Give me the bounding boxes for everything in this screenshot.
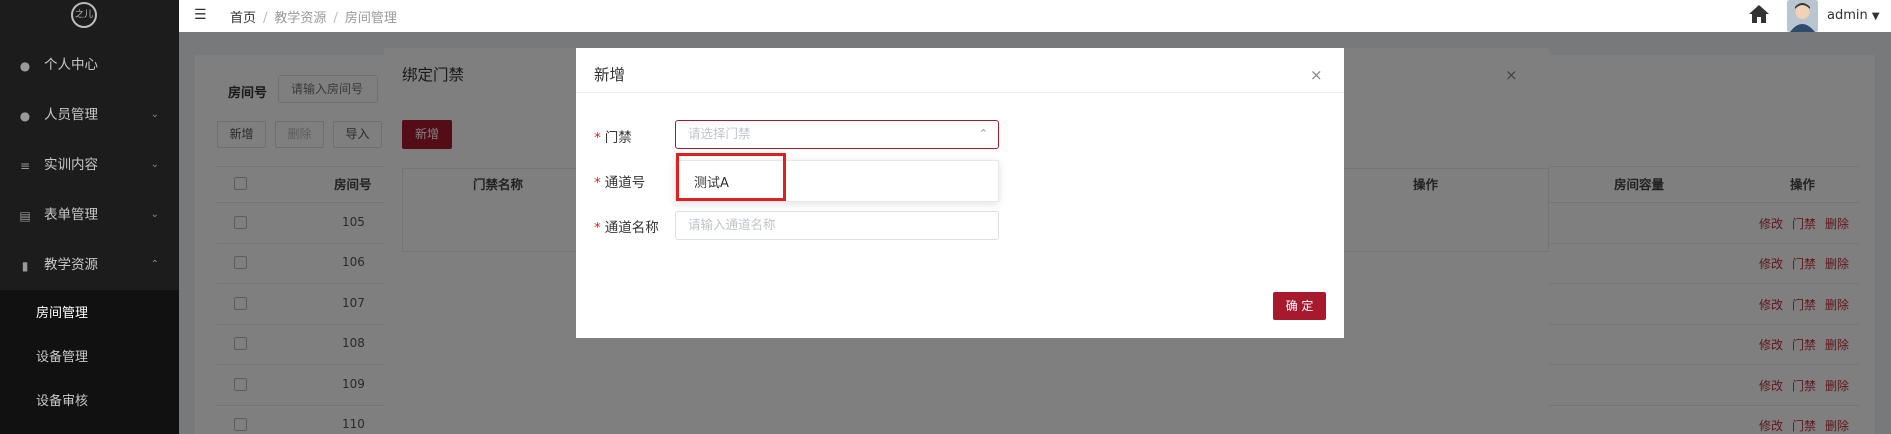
user-icon: ● bbox=[19, 58, 31, 73]
username-label: admin bbox=[1827, 8, 1868, 23]
breadcrumb-home[interactable]: 首页 bbox=[230, 11, 256, 26]
list-icon: ≡ bbox=[19, 158, 31, 173]
chevron-up-icon: ⌃ bbox=[978, 127, 988, 140]
door-field-label: * 门禁 bbox=[594, 130, 632, 146]
users-icon: ● bbox=[19, 108, 31, 123]
chevron-down-icon: ⌄ bbox=[150, 159, 159, 170]
home-icon[interactable] bbox=[1748, 4, 1770, 24]
form-icon: ▤ bbox=[19, 208, 31, 223]
sidebar-item-label: 教学资源 bbox=[44, 257, 98, 273]
chevron-down-icon: ⌄ bbox=[150, 209, 159, 220]
highlight-box bbox=[676, 153, 786, 201]
channel-name-field-label: * 通道名称 bbox=[594, 220, 659, 236]
add-dialog-close-icon[interactable]: × bbox=[1310, 66, 1323, 84]
sidebar-item-label: 人员管理 bbox=[44, 107, 98, 123]
door-select[interactable]: 请选择门禁 ⌃ bbox=[675, 120, 999, 149]
dialog-header-divider bbox=[576, 92, 1344, 93]
sidebar-item-teaching-resources[interactable]: ▮ 教学资源 ⌃ bbox=[0, 240, 179, 290]
sidebar-subitem-room-management[interactable]: 房间管理 bbox=[0, 292, 179, 336]
menu-toggle-icon[interactable]: ☰ bbox=[194, 8, 210, 22]
sidebar-item-training-content[interactable]: ≡ 实训内容 ⌄ bbox=[0, 140, 179, 190]
user-menu[interactable]: admin ▼ bbox=[1827, 8, 1880, 23]
sidebar-item-form-management[interactable]: ▤ 表单管理 ⌄ bbox=[0, 190, 179, 240]
caret-down-icon: ▼ bbox=[1871, 11, 1880, 22]
chevron-up-icon: ⌃ bbox=[150, 259, 159, 270]
sidebar-item-staff-management[interactable]: ● 人员管理 ⌄ bbox=[0, 90, 179, 140]
add-dialog-title: 新增 bbox=[594, 66, 626, 84]
app-logo: 之儿 bbox=[71, 2, 97, 28]
sidebar-subitem-device-management[interactable]: 设备管理 bbox=[0, 336, 179, 380]
sidebar-item-label: 个人中心 bbox=[44, 57, 98, 73]
channel-name-input[interactable]: 请输入通道名称 bbox=[675, 211, 999, 240]
book-icon: ▮ bbox=[21, 258, 29, 273]
channel-no-field-label: * 通道号 bbox=[594, 175, 646, 191]
door-select-placeholder: 请选择门禁 bbox=[688, 126, 751, 141]
sidebar-item-personal-center[interactable]: ● 个人中心 bbox=[0, 40, 179, 90]
avatar[interactable] bbox=[1787, 0, 1818, 32]
breadcrumb-teaching-resources[interactable]: 教学资源 bbox=[274, 11, 326, 26]
sidebar: 之儿 ● 个人中心 ● 人员管理 ⌄ ≡ 实训内容 ⌄ ▤ 表单管理 ⌄ ▮ 教学资源 ⌃… bbox=[0, 0, 179, 434]
sidebar-item-label: 表单管理 bbox=[44, 207, 98, 223]
chevron-down-icon: ⌄ bbox=[150, 109, 159, 120]
breadcrumb: 首页 / 教学资源 / 房间管理 bbox=[230, 11, 397, 26]
sidebar-subitem-device-audit[interactable]: 设备审核 bbox=[0, 380, 179, 424]
breadcrumb-room-management: 房间管理 bbox=[344, 11, 397, 26]
sidebar-item-label: 实训内容 bbox=[44, 157, 98, 173]
confirm-button[interactable]: 确 定 bbox=[1273, 292, 1326, 320]
channel-name-placeholder: 请输入通道名称 bbox=[688, 217, 776, 232]
top-bar bbox=[179, 0, 1891, 32]
